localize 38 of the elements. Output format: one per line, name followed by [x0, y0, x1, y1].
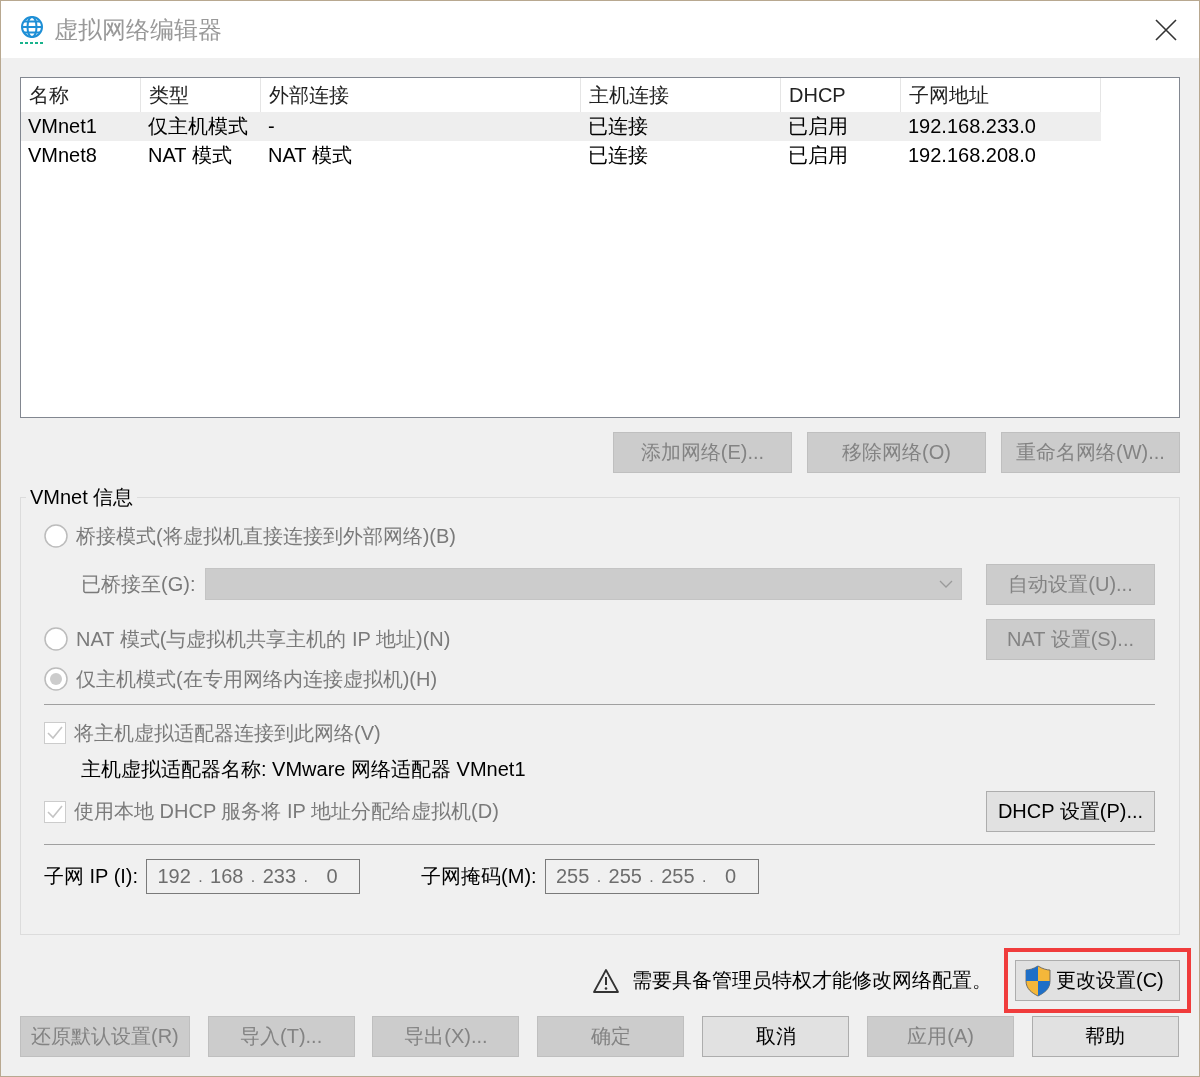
table-cell: 仅主机模式: [148, 115, 248, 137]
checkbox-label: 将主机虚拟适配器连接到此网络(V): [74, 720, 381, 746]
shield-icon: [1024, 964, 1052, 997]
table-cell: VMnet1: [28, 115, 97, 137]
network-row[interactable]: VMnet1 仅主机模式 - 已连接 已启用 192.168.233.0: [21, 112, 1101, 141]
field-label: 子网掩码(M):: [421, 864, 537, 889]
table-cell: 已启用: [788, 144, 848, 166]
table-cell: 192.168.233.0: [908, 115, 1036, 137]
subnet-ip-field[interactable]: 192 . 168 . 233 . 0: [146, 859, 361, 894]
bridge-dropdown[interactable]: [205, 568, 962, 600]
table-cell: NAT 模式: [148, 144, 232, 166]
table-cell: 192.168.208.0: [908, 144, 1036, 166]
table-cell: VMnet8: [28, 144, 97, 166]
adapter-name-text: 主机虚拟适配器名称: VMware 网络适配器 VMnet1: [81, 756, 526, 782]
field-label: 子网 IP (I):: [44, 864, 139, 889]
window-title: 虚拟网络编辑器: [54, 14, 223, 45]
field-label: 已桥接至(G):: [81, 571, 196, 597]
dialog-button[interactable]: 取消: [702, 1016, 850, 1057]
close-icon[interactable]: [1155, 18, 1177, 41]
chevron-icon: [939, 580, 953, 588]
change-settings-button[interactable]: 更改设置(C): [1015, 960, 1180, 1001]
table-cell: NAT 模式: [268, 144, 352, 166]
dialog-button[interactable]: 帮助: [1031, 1016, 1179, 1057]
radio-label: 桥接模式(将虚拟机直接连接到外部网络)(B): [76, 523, 456, 549]
notice-text: 需要具备管理员特权才能修改网络配置。: [632, 968, 992, 993]
group-title: VMnet 信息: [26, 484, 138, 510]
table-cell: 已连接: [588, 115, 648, 137]
network-row[interactable]: VMnet8 NAT 模式 NAT 模式 已连接 已启用 192.168.208.0: [21, 141, 1101, 170]
table-cell: 已连接: [588, 144, 648, 166]
radio-label: 仅主机模式(在专用网络内连接虚拟机)(H): [76, 666, 438, 692]
warning-icon: [592, 967, 620, 994]
table-cell: -: [268, 115, 275, 137]
subnet-mask-field[interactable]: 255 . 255 . 255 . 0: [544, 859, 759, 894]
checkbox-label: 使用本地 DHCP 服务将 IP 地址分配给虚拟机(D): [74, 799, 499, 824]
globe-icon: [18, 14, 46, 45]
dhcp-settings-button[interactable]: DHCP 设置(P)...: [986, 791, 1155, 832]
radio-label: NAT 模式(与虚拟机共享主机的 IP 地址)(N): [76, 626, 451, 652]
table-cell: 已启用: [788, 115, 848, 137]
